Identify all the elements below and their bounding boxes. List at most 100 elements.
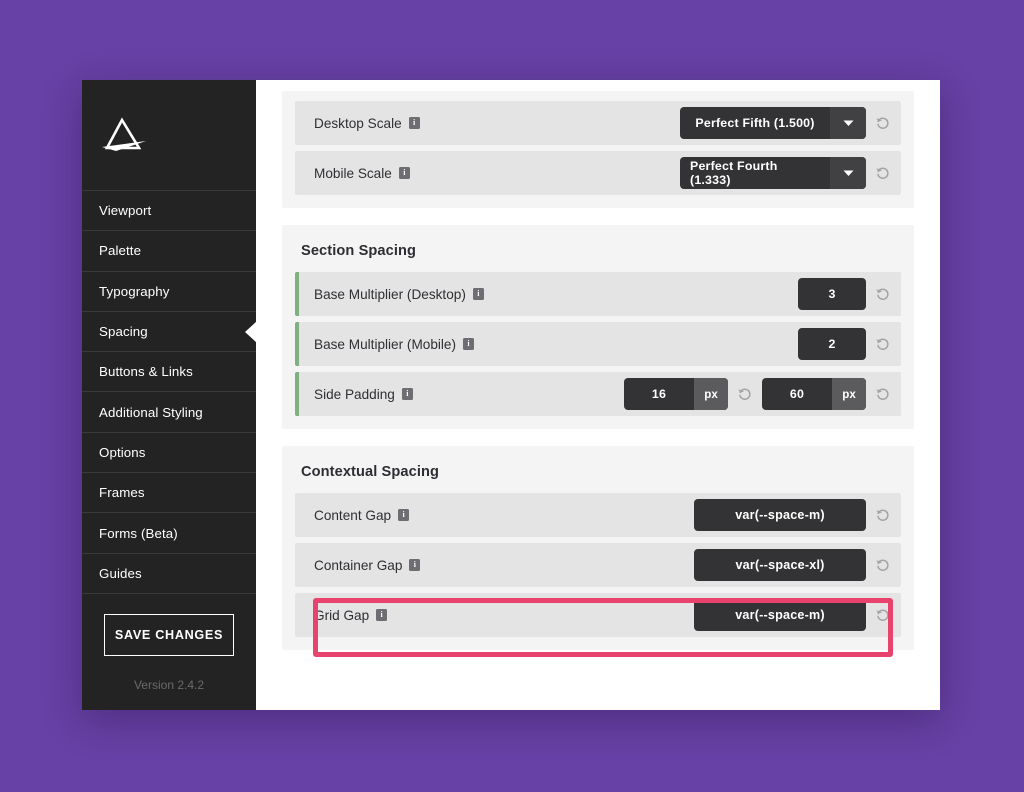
- chevron-down-icon[interactable]: [830, 107, 866, 139]
- sidebar-item-spacing[interactable]: Spacing: [82, 311, 256, 351]
- row-label-text: Base Multiplier (Mobile): [314, 337, 456, 352]
- row-desktop-scale: Desktop Scale i Perfect Fifth (1.500): [295, 101, 901, 145]
- row-base-multiplier-mobile: Base Multiplier (Mobile) i 2: [295, 322, 901, 366]
- reset-icon[interactable]: [875, 165, 891, 181]
- side-padding-desktop-unit[interactable]: px: [832, 378, 866, 410]
- grid-gap-value: var(--space-m): [694, 599, 866, 631]
- content-gap-value: var(--space-m): [694, 499, 866, 531]
- sidebar-item-label: Guides: [99, 566, 142, 581]
- base-multiplier-desktop-input[interactable]: 3: [798, 278, 866, 310]
- panel-section-spacing: Section Spacing Base Multiplier (Desktop…: [282, 225, 914, 429]
- sidebar-item-viewport[interactable]: Viewport: [82, 190, 256, 230]
- row-label: Base Multiplier (Mobile) i: [299, 337, 798, 352]
- side-padding-mobile-input[interactable]: 16 px: [624, 378, 728, 410]
- row-base-multiplier-desktop: Base Multiplier (Desktop) i 3: [295, 272, 901, 316]
- row-label-text: Desktop Scale: [314, 116, 402, 131]
- row-content-gap: Content Gap i var(--space-m): [295, 493, 901, 537]
- app-window: Viewport Palette Typography Spacing Butt…: [82, 80, 940, 710]
- control-group: 2: [798, 328, 891, 360]
- panel-title-section-spacing: Section Spacing: [295, 235, 901, 272]
- base-multiplier-mobile-input[interactable]: 2: [798, 328, 866, 360]
- side-padding-mobile-unit[interactable]: px: [694, 378, 728, 410]
- row-mobile-scale: Mobile Scale i Perfect Fourth (1.333): [295, 151, 901, 195]
- reset-icon[interactable]: [875, 115, 891, 131]
- reset-icon[interactable]: [875, 607, 891, 623]
- sidebar-item-label: Typography: [99, 284, 169, 299]
- info-icon[interactable]: i: [399, 167, 410, 179]
- row-label-text: Base Multiplier (Desktop): [314, 287, 466, 302]
- sidebar-item-label: Spacing: [99, 324, 148, 339]
- sidebar-item-forms-beta[interactable]: Forms (Beta): [82, 512, 256, 552]
- sidebar-spacer: [82, 593, 256, 614]
- info-icon[interactable]: i: [409, 117, 420, 129]
- info-icon[interactable]: i: [409, 559, 420, 571]
- delta-logo: [96, 115, 148, 155]
- sidebar-item-guides[interactable]: Guides: [82, 553, 256, 593]
- row-label: Base Multiplier (Desktop) i: [299, 287, 798, 302]
- row-label: Content Gap i: [295, 508, 694, 523]
- sidebar-item-label: Frames: [99, 485, 145, 500]
- row-label-text: Grid Gap: [314, 608, 369, 623]
- control-group: var(--space-m): [694, 499, 891, 531]
- info-icon[interactable]: i: [473, 288, 484, 300]
- grid-gap-input[interactable]: var(--space-m): [694, 599, 866, 631]
- logo-area: [82, 80, 256, 190]
- base-multiplier-mobile-value: 2: [798, 328, 866, 360]
- control-group: var(--space-m): [694, 599, 891, 631]
- sidebar-item-label: Buttons & Links: [99, 364, 193, 379]
- mobile-scale-select[interactable]: Perfect Fourth (1.333): [680, 157, 866, 189]
- side-padding-desktop-value: 60: [762, 378, 832, 410]
- reset-icon[interactable]: [875, 507, 891, 523]
- reset-icon[interactable]: [875, 557, 891, 573]
- sidebar-item-frames[interactable]: Frames: [82, 472, 256, 512]
- row-label-text: Content Gap: [314, 508, 391, 523]
- sidebar-item-label: Options: [99, 445, 146, 460]
- control-group: 3: [798, 278, 891, 310]
- container-gap-value: var(--space-xl): [694, 549, 866, 581]
- reset-icon[interactable]: [875, 286, 891, 302]
- sidebar-item-label: Viewport: [99, 203, 151, 218]
- mobile-scale-value: Perfect Fourth (1.333): [680, 157, 830, 189]
- reset-icon[interactable]: [875, 386, 891, 402]
- sidebar-item-additional-styling[interactable]: Additional Styling: [82, 391, 256, 431]
- desktop-scale-select[interactable]: Perfect Fifth (1.500): [680, 107, 866, 139]
- row-grid-gap: Grid Gap i var(--space-m): [295, 593, 901, 637]
- row-side-padding: Side Padding i 16 px 60: [295, 372, 901, 416]
- save-changes-button[interactable]: SAVE CHANGES: [104, 614, 234, 656]
- info-icon[interactable]: i: [398, 509, 409, 521]
- info-icon[interactable]: i: [463, 338, 474, 350]
- reset-icon[interactable]: [737, 386, 753, 402]
- reset-icon[interactable]: [875, 336, 891, 352]
- sidebar: Viewport Palette Typography Spacing Butt…: [82, 80, 256, 710]
- row-label-text: Mobile Scale: [314, 166, 392, 181]
- version-label: Version 2.4.2: [82, 678, 256, 692]
- control-group: Perfect Fourth (1.333): [680, 157, 891, 189]
- info-icon[interactable]: i: [376, 609, 387, 621]
- sidebar-item-palette[interactable]: Palette: [82, 230, 256, 270]
- save-changes-label: SAVE CHANGES: [115, 628, 223, 642]
- settings-content: Desktop Scale i Perfect Fifth (1.500): [256, 80, 940, 710]
- control-group: 16 px 60 px: [624, 378, 891, 410]
- sidebar-item-label: Palette: [99, 243, 141, 258]
- sidebar-item-label: Additional Styling: [99, 405, 203, 420]
- container-gap-input[interactable]: var(--space-xl): [694, 549, 866, 581]
- panel-title-contextual-spacing: Contextual Spacing: [295, 456, 901, 493]
- sidebar-item-label: Forms (Beta): [99, 526, 178, 541]
- sidebar-nav: Viewport Palette Typography Spacing Butt…: [82, 190, 256, 593]
- sidebar-item-options[interactable]: Options: [82, 432, 256, 472]
- row-label-text: Side Padding: [314, 387, 395, 402]
- row-label: Desktop Scale i: [295, 116, 680, 131]
- side-padding-desktop-input[interactable]: 60 px: [762, 378, 866, 410]
- control-group: Perfect Fifth (1.500): [680, 107, 891, 139]
- chevron-down-icon[interactable]: [830, 157, 866, 189]
- row-label-text: Container Gap: [314, 558, 402, 573]
- desktop-scale-value: Perfect Fifth (1.500): [680, 107, 830, 139]
- side-padding-mobile-value: 16: [624, 378, 694, 410]
- sidebar-item-buttons-links[interactable]: Buttons & Links: [82, 351, 256, 391]
- base-multiplier-desktop-value: 3: [798, 278, 866, 310]
- panel-contextual-spacing: Contextual Spacing Content Gap i var(--s…: [282, 446, 914, 650]
- info-icon[interactable]: i: [402, 388, 413, 400]
- sidebar-item-typography[interactable]: Typography: [82, 271, 256, 311]
- content-gap-input[interactable]: var(--space-m): [694, 499, 866, 531]
- row-container-gap: Container Gap i var(--space-xl): [295, 543, 901, 587]
